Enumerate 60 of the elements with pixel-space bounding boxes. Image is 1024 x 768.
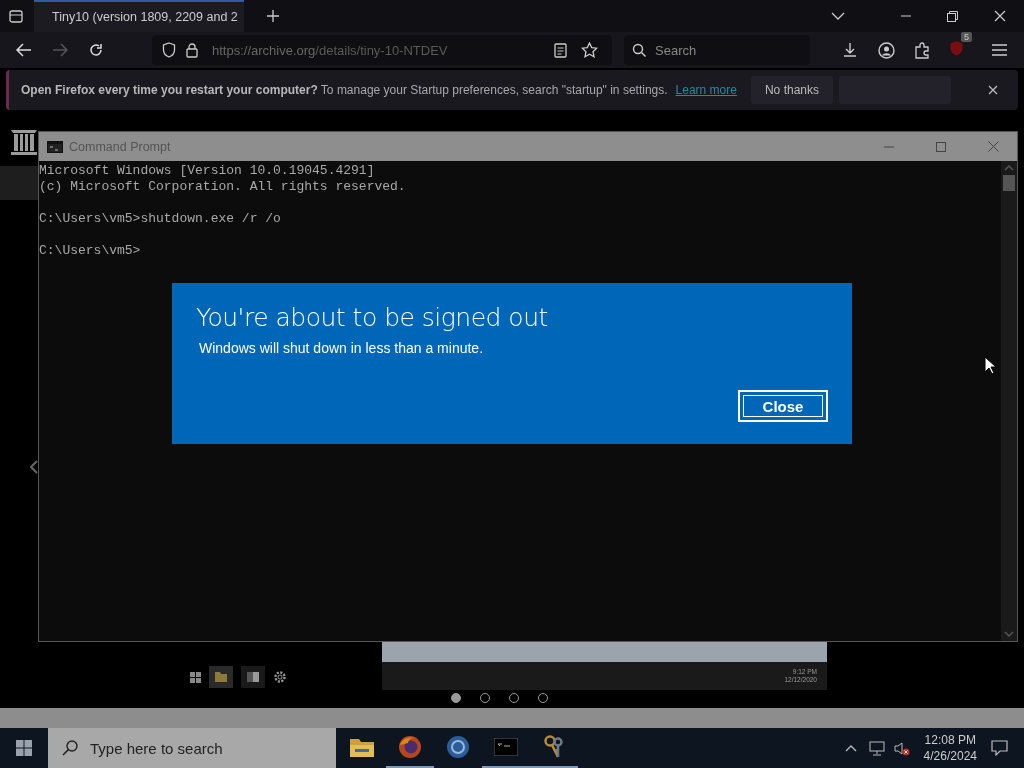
console-icon <box>494 738 518 756</box>
back-icon[interactable] <box>16 43 32 57</box>
windows-logo-icon <box>190 671 201 683</box>
scroll-thumb[interactable] <box>1003 175 1015 191</box>
speaker-muted-icon[interactable] <box>893 740 910 756</box>
account-icon[interactable] <box>878 41 895 59</box>
folder-icon <box>209 666 233 688</box>
shield-icon <box>162 42 176 58</box>
dialog-message: Windows will shut down in less than a minute. <box>199 340 485 356</box>
search-field[interactable]: Search <box>624 35 810 65</box>
puzzle-icon[interactable] <box>914 41 931 59</box>
scrollbar[interactable] <box>1001 161 1017 641</box>
reader-view-icon[interactable] <box>554 42 567 58</box>
taskbar-search-field[interactable]: Type here to search <box>48 728 336 768</box>
window-title: Command Prompt <box>69 139 171 154</box>
page-header-strip <box>0 166 38 200</box>
url-text: https://archive.org/details/tiny-10-NTDEV <box>212 42 448 58</box>
tab-title: Tiny10 (version 1809, 2209 and 2 <box>52 10 238 24</box>
chevron-up-icon[interactable] <box>844 744 857 752</box>
carousel-dot[interactable] <box>451 693 461 703</box>
forward-icon[interactable] <box>52 43 68 57</box>
clock-date[interactable]: 4/26/2024 <box>923 748 977 764</box>
ring-icon <box>446 735 470 759</box>
search-icon <box>632 42 647 58</box>
window-icon <box>241 666 265 688</box>
browser-tab[interactable]: Tiny10 (version 1809, 2209 and 2 <box>34 0 244 32</box>
search-icon <box>62 740 78 756</box>
notification-icon[interactable] <box>991 740 1008 756</box>
restore-icon[interactable] <box>947 10 958 22</box>
close-icon[interactable] <box>988 85 998 95</box>
dialog-title: You're about to be signed out <box>196 303 549 332</box>
cursor-icon <box>984 356 996 375</box>
menu-icon[interactable] <box>992 44 1007 56</box>
tab-list-icon[interactable] <box>8 8 24 24</box>
lock-icon <box>186 42 198 58</box>
console-line: C:\Users\vm5> <box>39 243 141 258</box>
count-badge: 5 <box>961 32 972 42</box>
chevron-down-icon[interactable] <box>831 12 845 20</box>
star-icon[interactable] <box>581 42 598 58</box>
notification-message: Open Firefox every time you restart your computer? To manage your Startup preferences, search "startup" in settings. <box>21 83 668 97</box>
shield-icon <box>949 40 964 56</box>
reload-icon[interactable] <box>88 42 104 58</box>
learn-more-link[interactable]: Learn more <box>675 83 737 97</box>
clock-time[interactable]: 12:08 PM <box>924 732 976 748</box>
new-tab-icon[interactable] <box>266 9 280 23</box>
download-icon[interactable] <box>842 42 858 58</box>
console-line: C:\Users\vm5>shutdown.exe /r /o <box>39 211 281 226</box>
gear-icon <box>273 670 287 684</box>
shield-extension-button[interactable]: 5 <box>945 32 972 60</box>
close-button[interactable]: Close <box>738 390 828 422</box>
maximize-icon[interactable] <box>936 141 946 152</box>
keys-icon <box>543 735 565 759</box>
console-icon <box>47 140 63 153</box>
folder-icon <box>350 737 374 757</box>
no-thanks-button[interactable]: No thanks <box>750 76 833 104</box>
network-icon[interactable] <box>868 740 886 756</box>
console-line: (c) Microsoft Corporation. All rights reserved. <box>39 179 406 194</box>
windows-logo-icon[interactable] <box>16 740 32 756</box>
console-line: Microsoft Windows [Version 10.0.19045.4291] <box>39 163 375 178</box>
fox-globe-icon <box>398 735 422 759</box>
